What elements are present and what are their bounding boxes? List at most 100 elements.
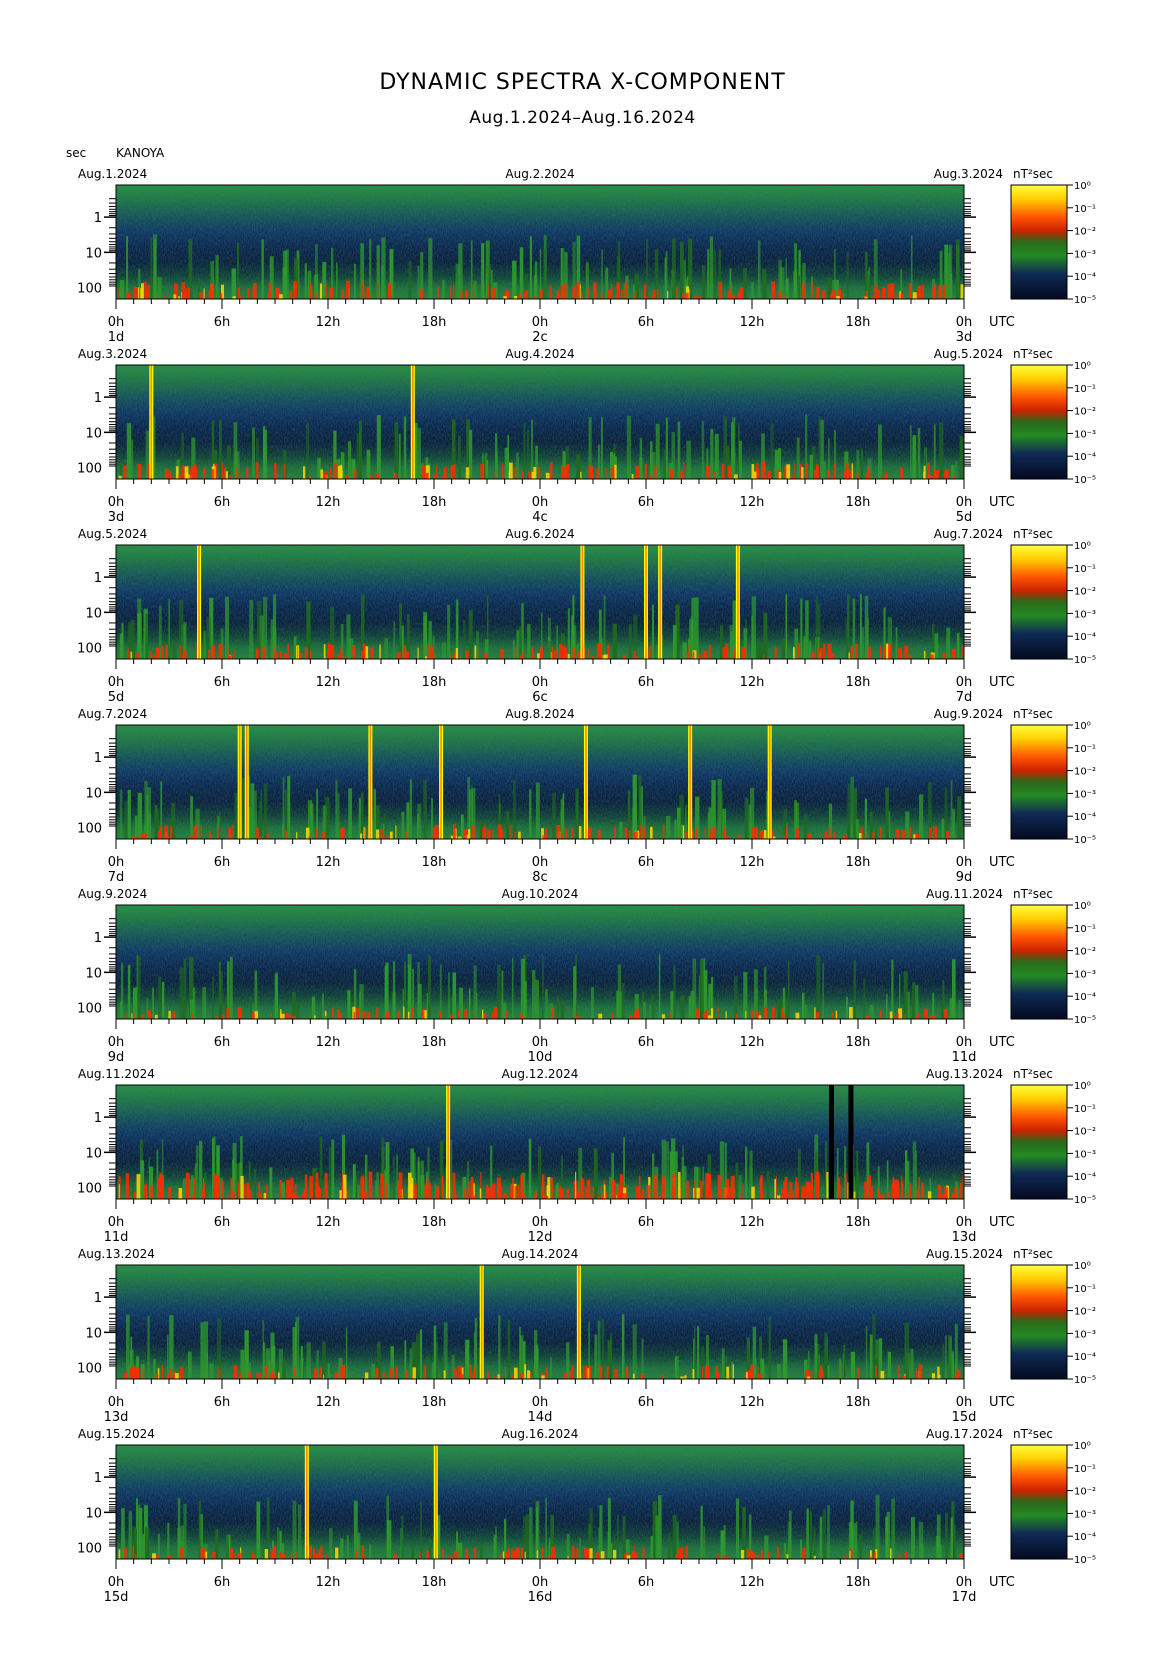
red-plume [136,1174,141,1199]
green-plume [119,789,123,839]
red-plume [772,1006,775,1019]
green-plume [957,796,962,839]
red-plume [192,466,196,479]
red-plume [185,288,188,299]
red-plume [493,1375,496,1379]
green-plume [895,627,898,659]
y-tick-label: 10 [85,246,102,261]
red-plume [170,825,173,839]
panel-left-date: Aug.7.2024 [78,707,147,721]
green-plume [497,964,501,1019]
red-plume [253,1554,256,1559]
red-plume [144,833,148,839]
green-plume [450,1139,453,1199]
green-plume [891,959,894,1019]
red-plume [874,286,877,299]
x-tick-label: 0h [956,1215,973,1230]
red-plume [139,287,141,299]
green-plume [682,642,687,659]
green-plume [498,1315,501,1379]
red-plume [824,831,828,839]
red-plume [757,1367,759,1379]
green-plume [666,815,671,839]
red-plume [133,1191,137,1199]
red-plume [661,1374,664,1379]
red-plume [228,827,232,839]
green-plume [702,1185,706,1199]
red-plume [179,645,181,659]
day-label: 11d [952,1050,977,1065]
red-plume [363,1191,367,1199]
green-plume [534,261,538,299]
red-plume [626,1555,631,1559]
green-plume [130,439,134,479]
red-plume [680,1547,684,1559]
green-plume [891,1498,895,1559]
x-tick-label: 12h [740,1215,765,1230]
green-plume [282,1359,286,1379]
red-plume [588,827,592,839]
red-plume [457,1010,460,1019]
red-plume [159,826,163,839]
red-plume [877,1188,881,1199]
red-plume [452,824,456,839]
green-plume [700,1505,703,1559]
red-plume [233,1374,237,1379]
red-plume [786,1554,789,1559]
green-plume [340,1538,344,1559]
green-plume [366,449,371,479]
green-plume [953,1525,956,1559]
green-plume [512,640,515,659]
red-plume [864,1181,868,1199]
green-plume [803,636,806,659]
red-plume [636,1008,640,1019]
day-label: 11d [104,1230,129,1245]
red-plume [279,1552,283,1559]
red-plume [472,284,475,299]
green-plume [751,282,754,299]
red-plume [758,1015,762,1019]
red-plume [284,830,288,839]
day-label: 7d [108,870,125,885]
x-tick-label: 0h [532,1035,549,1050]
green-plume [679,241,684,299]
x-tick-label: 0h [532,315,549,330]
red-plume [559,1188,564,1199]
green-plume [667,1533,671,1559]
red-plume [469,1364,472,1379]
x-tick-label: 18h [422,315,447,330]
green-plume [745,1146,748,1199]
red-plume [951,648,956,659]
red-plume [761,1191,764,1199]
y-tick-label: 100 [77,1362,102,1377]
green-plume [594,1334,598,1379]
red-plume [537,653,540,659]
green-plume [885,787,889,839]
x-tick-label: 0h [532,495,549,510]
red-plume [795,828,800,839]
red-plume [244,1183,246,1199]
x-tick-label: 18h [846,1215,871,1230]
colorbar [1010,364,1068,480]
red-plume [407,1011,410,1019]
green-plume [157,277,162,299]
day-label: 15d [104,1590,129,1605]
spectra-panel: Aug.7.2024 Aug.8.2024 Aug.9.2024 nT²sec 1 10 1… [77,707,1096,885]
green-plume [385,962,389,1019]
green-plume [710,428,714,479]
red-plume [264,1365,268,1379]
green-plume [674,820,677,839]
red-plume [439,1010,442,1019]
green-plume [507,1319,511,1379]
spike-core [659,545,661,659]
red-plume [888,643,892,659]
y-tick-label: 1 [94,1111,102,1126]
red-plume [796,1188,799,1199]
y-tick-label: 10 [85,1146,102,1161]
green-plume [824,1336,829,1379]
red-plume [906,1191,909,1199]
green-plume [794,243,798,299]
red-plume [278,294,283,299]
x-tick-label: 18h [422,855,447,870]
red-plume [443,1370,446,1379]
